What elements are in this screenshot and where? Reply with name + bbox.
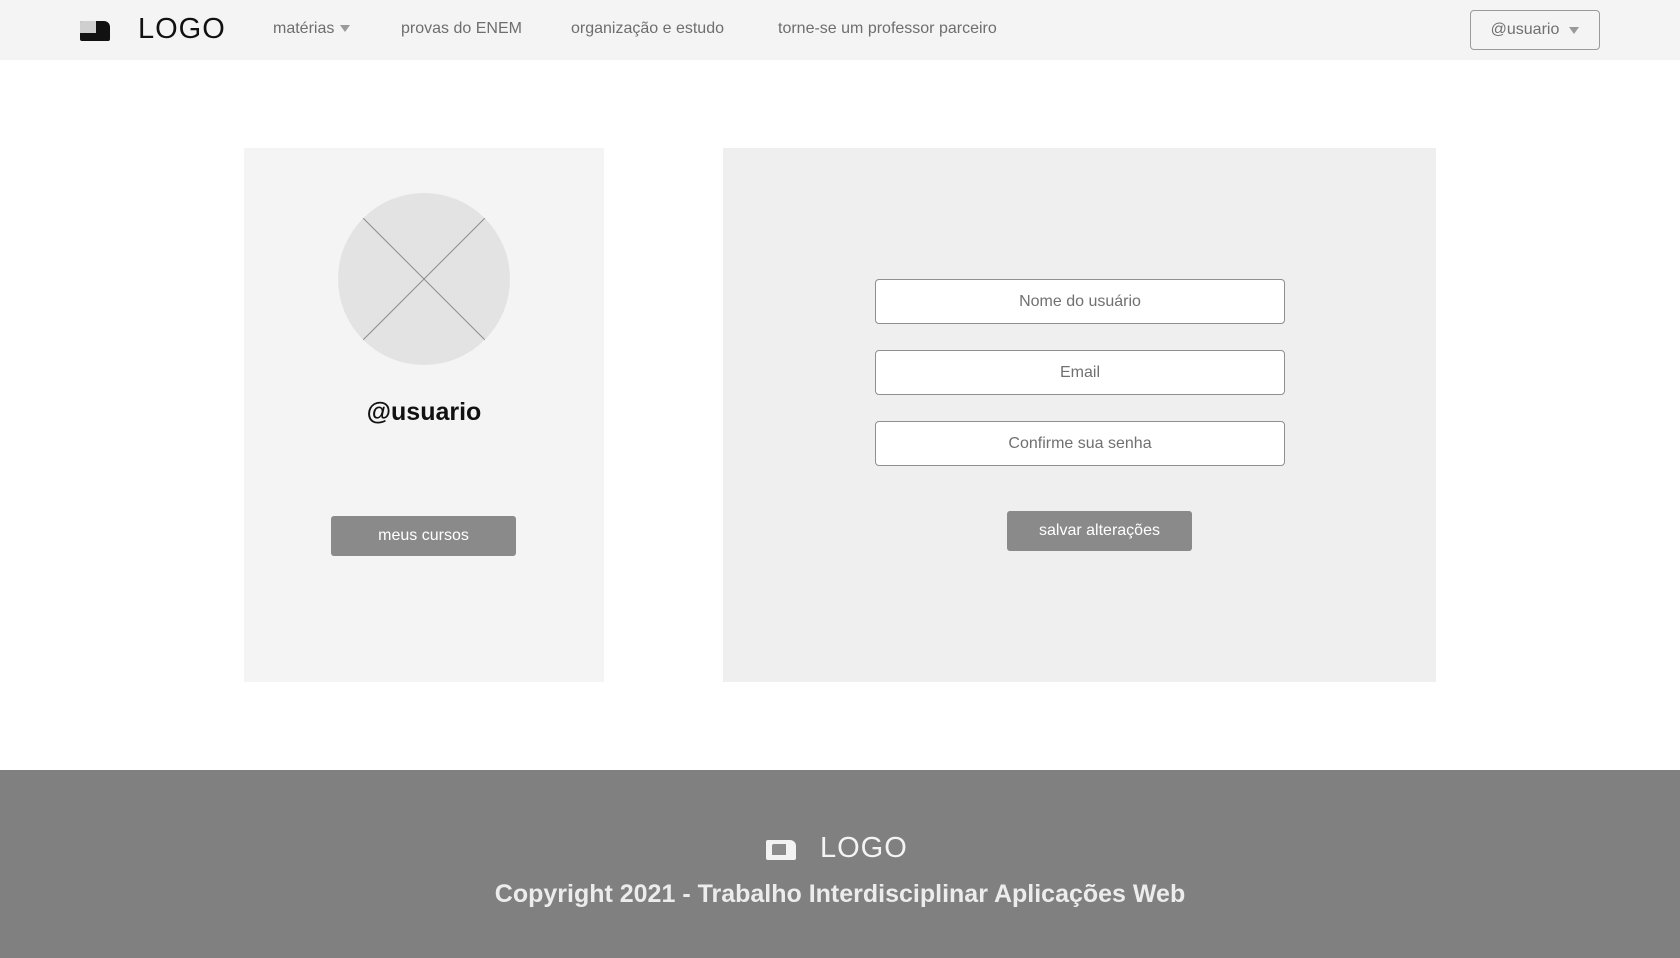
confirm-password-field[interactable]: [875, 421, 1285, 466]
copyright-text: Copyright 2021 - Trabalho Interdisciplin…: [494, 880, 1186, 908]
footer-logo: LOGO: [766, 832, 908, 865]
username-field[interactable]: [875, 279, 1285, 324]
logo-icon: [766, 837, 796, 861]
nav-item-professor-parceiro[interactable]: torne-se um professor parceiro: [778, 20, 997, 38]
footer-logo-text: LOGO: [820, 832, 908, 864]
chevron-down-icon: [1569, 26, 1580, 34]
nav-item-materias-label: matérias: [273, 20, 335, 37]
edit-profile-form: salvar alterações: [723, 148, 1436, 682]
user-menu-label: @usuario: [1490, 21, 1560, 38]
profile-username: @usuario: [366, 398, 482, 426]
user-menu-button[interactable]: @usuario: [1470, 10, 1600, 50]
chevron-down-icon: [340, 25, 351, 33]
nav-item-provas-enem[interactable]: provas do ENEM: [401, 20, 522, 38]
profile-card: @usuario meus cursos: [244, 148, 604, 682]
avatar-placeholder: [338, 193, 510, 365]
logo-text: LOGO: [138, 13, 226, 45]
nav-item-organizacao-estudo[interactable]: organização e estudo: [571, 20, 724, 38]
image-placeholder-icon: [362, 217, 486, 341]
save-changes-button[interactable]: salvar alterações: [1007, 511, 1192, 551]
footer: LOGO Copyright 2021 - Trabalho Interdisc…: [0, 770, 1680, 958]
header-logo[interactable]: LOGO: [80, 13, 226, 46]
email-field[interactable]: [875, 350, 1285, 395]
logo-icon: [80, 18, 110, 42]
my-courses-button[interactable]: meus cursos: [331, 516, 516, 556]
top-navbar: LOGO matérias provas do ENEM organização…: [0, 0, 1680, 60]
nav-item-materias[interactable]: matérias: [273, 20, 351, 38]
